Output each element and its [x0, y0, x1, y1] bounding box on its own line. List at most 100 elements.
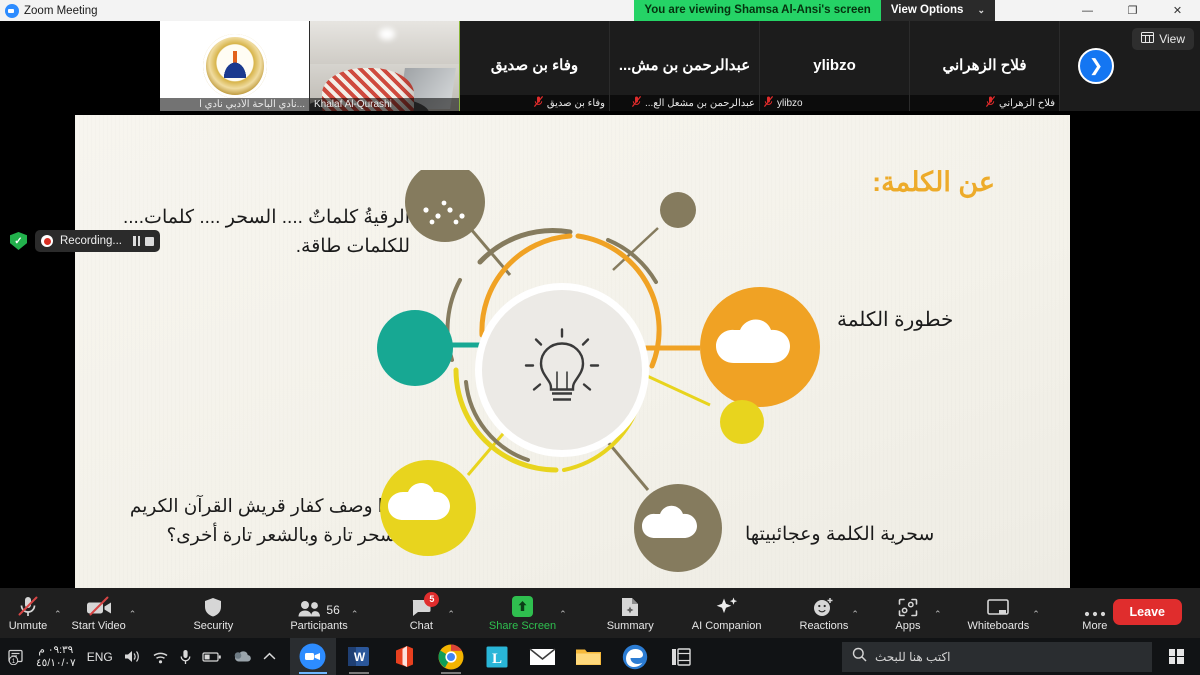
mic-muted-icon [533, 96, 543, 110]
chat-button[interactable]: 5 Chat [393, 588, 449, 638]
filmstrip-thumbnail-active[interactable]: Khalaf Al-Qurashi [310, 21, 460, 111]
movie-maker-taskbar-icon[interactable] [658, 638, 704, 675]
view-layout-button[interactable]: View [1132, 28, 1194, 50]
language-indicator[interactable]: ENG [87, 650, 113, 664]
filmstrip-thumbnail[interactable]: عبدالرحمن بن مش... عبدالرحمن بن مشعل الع… [610, 21, 760, 111]
share-screen-button[interactable]: Share Screen [484, 588, 561, 638]
battery-icon[interactable] [202, 651, 222, 663]
taskbar-search-box[interactable]: اكتب هنا للبحث [842, 641, 1152, 672]
chrome-taskbar-icon[interactable] [428, 638, 474, 675]
mic-muted-icon [985, 96, 996, 110]
start-video-label: Start Video [71, 619, 126, 632]
filmstrip-thumbnail[interactable]: ylibzo ylibzo [760, 21, 910, 111]
participants-label: Participants [290, 619, 348, 632]
more-label: More [1082, 619, 1108, 632]
show-hidden-icons-icon[interactable] [263, 652, 276, 661]
presentation-slide: عن الكلمة: الرقيةُ كلماتٌ .... السحر ...… [75, 115, 1070, 590]
participant-display-name: عبدالرحمن بن مش... [618, 57, 751, 74]
microphone-muted-icon [18, 595, 38, 617]
chevron-down-icon: ⌄ [977, 5, 985, 15]
reactions-button[interactable]: Reactions [795, 588, 854, 638]
apps-button[interactable]: Apps [880, 588, 936, 638]
lightshot-taskbar-icon[interactable]: L [474, 638, 520, 675]
chat-unread-badge: 5 [424, 591, 440, 607]
recording-status-pill: Recording... [35, 230, 161, 252]
windows-start-button[interactable] [1152, 638, 1200, 675]
grid-view-icon [1141, 32, 1155, 46]
shield-check-glyph: ✓ [14, 235, 23, 247]
whiteboards-button[interactable]: Whiteboards [963, 588, 1035, 638]
encryption-shield-icon[interactable]: ✓ [10, 232, 27, 250]
participant-name-label: ylibzo [760, 95, 909, 111]
onedrive-icon[interactable] [233, 650, 252, 663]
restore-button[interactable]: ❐ [1110, 0, 1155, 21]
recording-status-text: Recording... [60, 235, 123, 247]
summary-button[interactable]: Summary [602, 588, 659, 638]
mail-taskbar-icon[interactable] [520, 638, 566, 675]
summary-label: Summary [606, 619, 654, 632]
stop-icon[interactable] [145, 236, 155, 246]
slide-title: عن الكلمة: [872, 167, 995, 197]
start-video-button[interactable]: Start Video [67, 588, 131, 638]
file-explorer-taskbar-icon[interactable] [566, 638, 612, 675]
window-title: Zoom Meeting [24, 4, 98, 17]
whiteboards-label: Whiteboards [967, 619, 1030, 632]
participant-filmstrip: ...نادي الباحة الأدبي نادي ا Khalaf Al-Q… [0, 21, 1200, 111]
filmstrip-next-page-button[interactable]: ❯ [1078, 48, 1114, 84]
action-center-icon[interactable]: 1 [8, 649, 25, 665]
participant-name: Khalaf Al-Qurashi [314, 99, 392, 110]
participant-name-label: Khalaf Al-Qurashi [310, 98, 459, 111]
participant-name-label: وفاء بن صديق [460, 95, 609, 111]
security-button[interactable]: Security [185, 588, 241, 638]
node-teal-left [377, 310, 453, 386]
minimize-button[interactable]: — [1065, 0, 1110, 21]
filmstrip-thumbnail[interactable]: وفاء بن صديق وفاء بن صديق [460, 21, 610, 111]
lightbulb-icon [524, 328, 600, 413]
microphone-icon[interactable] [180, 649, 191, 665]
apps-label: Apps [895, 619, 921, 632]
participant-name-label: عبدالرحمن بن مشعل الع... [610, 95, 759, 111]
leave-meeting-button[interactable]: Leave [1112, 599, 1182, 625]
ai-companion-button[interactable]: AI Companion [687, 588, 767, 638]
reactions-smiley-icon [813, 595, 834, 617]
mic-muted-icon [763, 96, 774, 110]
more-dots-icon [1084, 595, 1106, 617]
unmute-label: Unmute [8, 619, 48, 632]
clock-time: ٠٩:٣٩ م [38, 644, 74, 657]
diagram-center-node [482, 290, 642, 450]
share-screen-square [512, 595, 534, 617]
filmstrip-thumbnail[interactable]: فلاح الزهراني فلاح الزهراني [910, 21, 1060, 111]
unmute-button[interactable]: Unmute [0, 588, 56, 638]
toolbar-group-video: Start Video ⌃ [67, 588, 142, 638]
participants-count: 56 [326, 602, 340, 617]
recording-controls [133, 236, 155, 246]
pause-icon[interactable] [133, 236, 141, 246]
record-dot-icon [41, 235, 53, 247]
participants-button[interactable]: 56 Participants [285, 588, 352, 638]
share-screen-label: Share Screen [488, 619, 557, 632]
chat-label: Chat [409, 619, 433, 632]
filmstrip-left-pad [0, 21, 160, 111]
taskbar-clock[interactable]: ٠٩:٣٩ م ٤٥/١٠/٠٧ [36, 644, 76, 668]
volume-icon[interactable] [124, 649, 141, 664]
toolbar-group-reactions: Reactions ⌃ [795, 588, 864, 638]
taskbar-app-list: W L [289, 638, 704, 675]
toolbar-group-chat: 5 Chat ⌃ [393, 588, 460, 638]
office-taskbar-icon[interactable] [382, 638, 428, 675]
participant-name: فلاح الزهراني [998, 97, 1055, 109]
view-options-button[interactable]: View Options ⌄ [880, 0, 995, 21]
word-taskbar-icon[interactable]: W [336, 638, 382, 675]
wifi-icon[interactable] [152, 650, 169, 664]
zoom-taskbar-icon[interactable] [289, 638, 336, 675]
filmstrip-thumbnail[interactable]: ...نادي الباحة الأدبي نادي ا [160, 21, 310, 111]
slide-label-danger-of-word: خطورة الكلمة [837, 309, 954, 331]
mind-map-diagram [360, 162, 840, 590]
apps-icon [898, 595, 918, 617]
chat-bubble-icon: 5 [411, 591, 440, 617]
recording-indicator-bar: ✓ Recording... [0, 229, 161, 253]
toolbar-group-participants: 56 Participants ⌃ [285, 588, 363, 638]
whiteboard-icon [987, 595, 1010, 617]
close-button[interactable]: ✕ [1155, 0, 1200, 21]
edge-taskbar-icon[interactable] [612, 638, 658, 675]
meeting-toolbar: Unmute ⌃ Start Video ⌃ Security 56 Parti… [0, 588, 1200, 638]
